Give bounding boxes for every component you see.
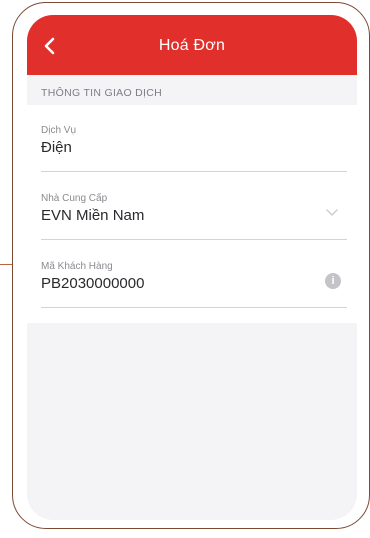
app-screen: Hoá Đơn THÔNG TIN GIAO DỊCH Dịch Vụ Điện… [27,15,357,520]
info-icon[interactable]: i [325,273,341,289]
provider-label: Nhà Cung Cấp [41,193,108,204]
phone-frame: Hoá Đơn THÔNG TIN GIAO DỊCH Dịch Vụ Điện… [12,2,370,529]
service-label: Dịch Vụ [41,125,77,136]
app-header: Hoá Đơn [27,15,357,75]
section-label: THÔNG TIN GIAO DỊCH [41,87,163,99]
provider-value: EVN Miền Nam [41,207,145,224]
page-title: Hoá Đơn [158,37,226,54]
service-value: Điện [41,139,72,156]
customer-code-field[interactable]: Mã Khách Hàng PB2030000000 i [41,261,347,308]
customer-code-value[interactable]: PB2030000000 [41,275,144,292]
provider-field[interactable]: Nhà Cung Cấp EVN Miền Nam [41,193,347,240]
service-field: Dịch Vụ Điện [41,125,347,172]
chevron-down-icon[interactable] [325,205,339,219]
transaction-info-card: Dịch Vụ Điện Nhà Cung Cấp EVN Miền Nam M… [27,105,357,323]
customer-code-label: Mã Khách Hàng [41,261,113,272]
